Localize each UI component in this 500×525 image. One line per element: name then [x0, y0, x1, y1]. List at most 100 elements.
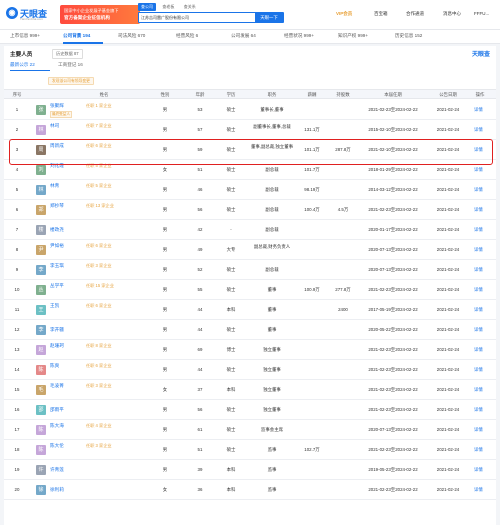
person-name[interactable]: 丛学平: [50, 283, 64, 289]
search-input[interactable]: [141, 14, 241, 22]
person-positions-link[interactable]: 任职 1 家企业: [86, 103, 112, 109]
beneficiary-badge: 最终受益人: [50, 111, 72, 118]
person-name[interactable]: 郑抄琴: [50, 203, 64, 209]
person-avatar[interactable]: 楼: [36, 225, 46, 235]
person-name[interactable]: 李开疆: [50, 327, 64, 333]
search-tab-boss[interactable]: 查老板: [159, 3, 177, 11]
person-name[interactable]: 徐利莉: [50, 487, 64, 493]
person-avatar[interactable]: 邵: [36, 405, 46, 415]
detail-link[interactable]: 详情: [474, 187, 483, 193]
person-avatar[interactable]: 张: [36, 105, 46, 115]
history-data-tag[interactable]: 历史数据 87: [52, 49, 83, 59]
person-avatar[interactable]: 赵: [36, 345, 46, 355]
tab-history[interactable]: 历史信息 152: [395, 33, 422, 39]
person-name[interactable]: 陈大海: [50, 423, 64, 429]
person-positions-link[interactable]: 任职 6 家企业: [86, 303, 112, 309]
top-header: ◉ 天眼查 TianYanCha.com 国家中小企业发展子基金旗下 官方备案企…: [0, 0, 500, 30]
detail-link[interactable]: 详情: [474, 427, 483, 433]
nav-vip[interactable]: VIP会员: [336, 11, 352, 17]
person-name[interactable]: 张聚辉: [50, 103, 64, 109]
detail-link[interactable]: 详情: [474, 327, 483, 333]
site-logo[interactable]: ◉ 天眼查 TianYanCha.com: [6, 5, 52, 23]
detail-link[interactable]: 详情: [474, 407, 483, 413]
person-name[interactable]: 陈大伦: [50, 443, 64, 449]
person-name[interactable]: 尹如裕: [50, 243, 64, 249]
person-positions-link[interactable]: 任职 15 家企业: [86, 283, 114, 289]
detail-link[interactable]: 详情: [474, 387, 483, 393]
person-avatar[interactable]: 陈: [36, 425, 46, 435]
person-avatar[interactable]: 毛: [36, 385, 46, 395]
person-positions-link[interactable]: 任职 6 家企业: [86, 243, 112, 249]
row-term: 2020-07-13至2024-02-22: [368, 427, 418, 432]
detail-link[interactable]: 详情: [474, 127, 483, 133]
detail-link[interactable]: 详情: [474, 207, 483, 213]
tab-company-background[interactable]: 公司背景 194: [63, 33, 90, 39]
person-positions-link[interactable]: 任职 8 家企业: [86, 343, 112, 349]
tab-listing-info[interactable]: 上市信息 999+: [10, 33, 40, 39]
search-button[interactable]: 天眼一下: [255, 13, 283, 22]
person-avatar[interactable]: 郑: [36, 205, 46, 215]
subtab-registration[interactable]: 工商登记 16: [58, 62, 83, 68]
person-name[interactable]: 林司: [50, 123, 59, 129]
person-avatar[interactable]: 刘: [36, 165, 46, 175]
person-name[interactable]: 林青: [50, 183, 59, 189]
detail-link[interactable]: 详情: [474, 287, 483, 293]
person-name[interactable]: 赵珊珂: [50, 343, 64, 349]
tab-legal-risk[interactable]: 司法风险 670: [118, 33, 145, 39]
person-positions-link[interactable]: 任职 6 家企业: [86, 363, 112, 369]
row-education: 硕士: [226, 167, 236, 172]
person-avatar[interactable]: 陈: [36, 365, 46, 375]
detail-link[interactable]: 详情: [474, 227, 483, 233]
person-avatar[interactable]: 徐: [36, 485, 46, 495]
person-avatar[interactable]: 尹: [36, 245, 46, 255]
detail-link[interactable]: 详情: [474, 487, 483, 493]
person-name[interactable]: 许青莲: [50, 467, 64, 473]
detail-link[interactable]: 详情: [474, 107, 483, 113]
person-positions-link[interactable]: 任职 3 家企业: [86, 263, 112, 269]
person-avatar[interactable]: 李: [36, 325, 46, 335]
person-positions-link[interactable]: 任职 4 家企业: [86, 423, 112, 429]
person-name[interactable]: 王凯: [50, 303, 59, 309]
detail-link[interactable]: 详情: [474, 447, 483, 453]
search-tab-relation[interactable]: 查关系: [181, 3, 199, 11]
person-positions-link[interactable]: 任职 3 家企业: [86, 443, 112, 449]
nav-cooperation[interactable]: 合作通道: [406, 11, 424, 17]
person-avatar[interactable]: 林: [36, 125, 46, 135]
detail-link[interactable]: 详情: [474, 467, 483, 473]
person-positions-link[interactable]: 任职 7 家企业: [86, 123, 112, 129]
person-avatar[interactable]: 许: [36, 465, 46, 475]
row-shares: 277.8万: [335, 287, 351, 292]
person-positions-link[interactable]: 任职 5 家企业: [86, 183, 112, 189]
detail-link[interactable]: 详情: [474, 267, 483, 273]
tab-business-risk[interactable]: 经营风险 6: [176, 33, 198, 39]
person-name[interactable]: 楼政尧: [50, 227, 64, 233]
detail-link[interactable]: 详情: [474, 347, 483, 353]
detail-link[interactable]: 详情: [474, 167, 483, 173]
person-avatar[interactable]: 丛: [36, 285, 46, 295]
person-name[interactable]: 邵雨平: [50, 407, 64, 413]
person-name[interactable]: 毛凌菁: [50, 383, 64, 389]
person-positions-link[interactable]: 任职 3 家企业: [86, 383, 112, 389]
person-positions-link[interactable]: 任职 13 家企业: [86, 203, 114, 209]
person-avatar[interactable]: 林: [36, 185, 46, 195]
detail-link[interactable]: 详情: [474, 367, 483, 373]
detail-link[interactable]: 详情: [474, 307, 483, 313]
person-avatar[interactable]: 陈: [36, 445, 46, 455]
tab-ip[interactable]: 知识产权 999+: [338, 33, 368, 39]
row-education: 硕士: [226, 107, 236, 112]
person-avatar[interactable]: 李: [36, 265, 46, 275]
subtab-latest[interactable]: 最新公示 22: [10, 62, 35, 68]
tab-development[interactable]: 公司发展 64: [231, 33, 256, 39]
row-position: 董事: [267, 307, 277, 312]
nav-toolbox[interactable]: 百宝箱: [374, 11, 388, 17]
promo-banner[interactable]: 国家中小企业发展子基金旗下 官方备案企业征信机构: [60, 5, 140, 24]
search-tab-company[interactable]: 查公司: [138, 3, 156, 11]
tab-operations[interactable]: 经营状况 999+: [284, 33, 314, 39]
person-name[interactable]: 李玉琪: [50, 263, 64, 269]
nav-messages[interactable]: 消息中心: [443, 11, 461, 17]
change-notice[interactable]: 发现该公司有领导变更: [48, 77, 94, 85]
person-avatar[interactable]: 王: [36, 305, 46, 315]
detail-link[interactable]: 详情: [474, 247, 483, 253]
person-name[interactable]: 陈爽: [50, 363, 59, 369]
nav-user[interactable]: FFFU...: [474, 11, 489, 16]
